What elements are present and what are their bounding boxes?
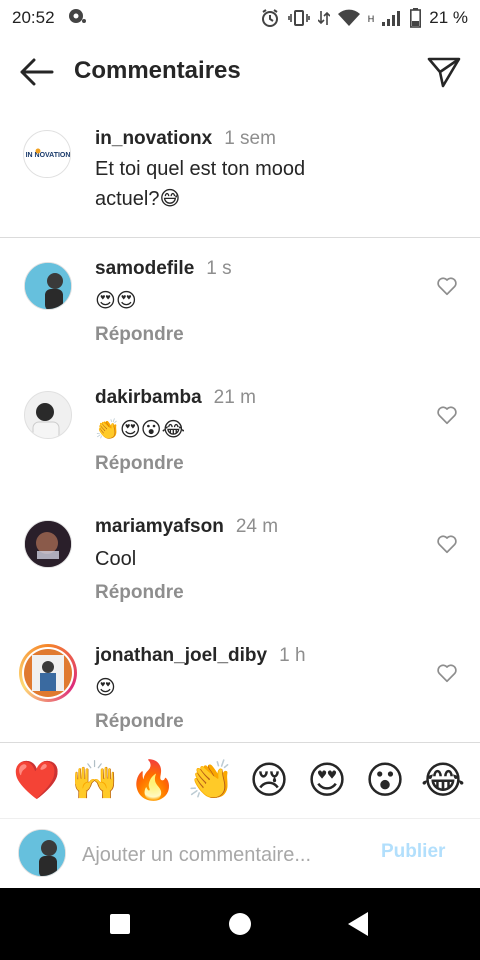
app-header: Commentaires xyxy=(0,40,480,104)
battery-level: 21 % xyxy=(429,8,468,27)
comment-item: mariamyafson 24 m Cool Répondre xyxy=(0,496,480,625)
comment-time: 21 m xyxy=(213,387,256,408)
comment-text: 👏😍😮😂 xyxy=(95,419,185,441)
like-heart-icon[interactable] xyxy=(436,533,458,555)
comment-text: 😍 xyxy=(95,677,116,699)
emoji-surprised-button[interactable]: 😮 xyxy=(360,762,410,800)
story-ring[interactable] xyxy=(19,644,77,702)
reply-button[interactable]: Répondre xyxy=(95,711,184,733)
avatar[interactable] xyxy=(24,262,72,310)
back-nav-button[interactable] xyxy=(342,908,374,940)
recent-apps-button[interactable] xyxy=(104,908,136,940)
emoji-heart-button[interactable]: ❤️ xyxy=(12,762,62,800)
comment-item: samodefile 1 s 😍😍 Répondre xyxy=(0,238,480,367)
back-button[interactable] xyxy=(16,54,56,90)
comment-item: jonathan_joel_diby 1 h 😍 Répondre xyxy=(0,625,480,754)
comment-input[interactable] xyxy=(82,841,362,869)
comment-time: 1 s xyxy=(206,258,232,279)
emoji-fire-button[interactable]: 🔥 xyxy=(128,762,178,800)
alarm-icon xyxy=(260,8,280,28)
triangle-back-icon xyxy=(348,912,368,936)
paper-plane-icon xyxy=(427,57,461,88)
comment-username[interactable]: dakirbamba xyxy=(95,387,202,409)
caption-text: Et toi quel est ton mood actuel?😅 xyxy=(95,158,306,210)
reply-button[interactable]: Répondre xyxy=(95,582,184,604)
system-nav-bar xyxy=(0,888,480,960)
like-heart-icon[interactable] xyxy=(436,275,458,297)
emoji-clap-button[interactable]: 👏 xyxy=(186,762,236,800)
emoji-quick-bar: ❤️ 🙌 🔥 👏 😢 😍 😮 😂 xyxy=(0,742,480,818)
data-transfer-icon xyxy=(317,9,330,27)
avatar[interactable]: IN NOVATION xyxy=(23,130,71,178)
comment-item: dakirbamba 21 m 👏😍😮😂 Répondre xyxy=(0,367,480,496)
comment-composer: Publier xyxy=(0,818,480,888)
comment-text: 😍😍 xyxy=(95,290,137,312)
comment-time: 1 h xyxy=(279,645,306,666)
comment-username[interactable]: jonathan_joel_diby xyxy=(95,645,267,667)
publish-button[interactable]: Publier xyxy=(381,841,445,863)
battery-icon xyxy=(410,8,422,28)
like-heart-icon[interactable] xyxy=(436,404,458,426)
square-icon xyxy=(110,914,130,934)
home-button[interactable] xyxy=(224,908,256,940)
emoji-tears-of-joy-button[interactable]: 😂 xyxy=(418,762,468,800)
comment-username[interactable]: mariamyafson xyxy=(95,516,224,538)
signal-icon xyxy=(382,9,402,27)
circle-icon xyxy=(229,913,251,935)
arrow-left-icon xyxy=(20,58,54,86)
like-heart-icon[interactable] xyxy=(436,662,458,684)
comment-time: 24 m xyxy=(235,516,279,537)
vibrate-icon xyxy=(287,9,310,27)
post-caption: IN NOVATION in_novationx 1 sem Et toi qu… xyxy=(0,120,480,237)
reply-button[interactable]: Répondre xyxy=(95,453,184,475)
emoji-raised-hands-button[interactable]: 🙌 xyxy=(70,762,120,800)
svg-text:IN NOVATION: IN NOVATION xyxy=(26,152,71,159)
page-title: Commentaires xyxy=(74,57,241,84)
comment-username[interactable]: samodefile xyxy=(95,258,194,280)
my-avatar xyxy=(18,829,66,877)
avatar xyxy=(22,647,74,699)
emoji-heart-eyes-button[interactable]: 😍 xyxy=(302,762,352,800)
caption-username[interactable]: in_novationx xyxy=(95,128,212,150)
caption-time: 1 sem xyxy=(224,128,276,149)
reply-button[interactable]: Répondre xyxy=(95,324,184,346)
wifi-icon xyxy=(337,9,360,27)
status-bar: 20:52 H 21 % xyxy=(0,0,480,36)
avatar[interactable] xyxy=(24,520,72,568)
avatar[interactable] xyxy=(24,391,72,439)
comment-text: Cool xyxy=(95,548,137,570)
network-type: H xyxy=(367,14,375,24)
emoji-crying-button[interactable]: 😢 xyxy=(244,762,294,800)
share-button[interactable] xyxy=(424,54,464,90)
notification-icon xyxy=(67,7,87,30)
status-time: 20:52 xyxy=(12,8,55,27)
